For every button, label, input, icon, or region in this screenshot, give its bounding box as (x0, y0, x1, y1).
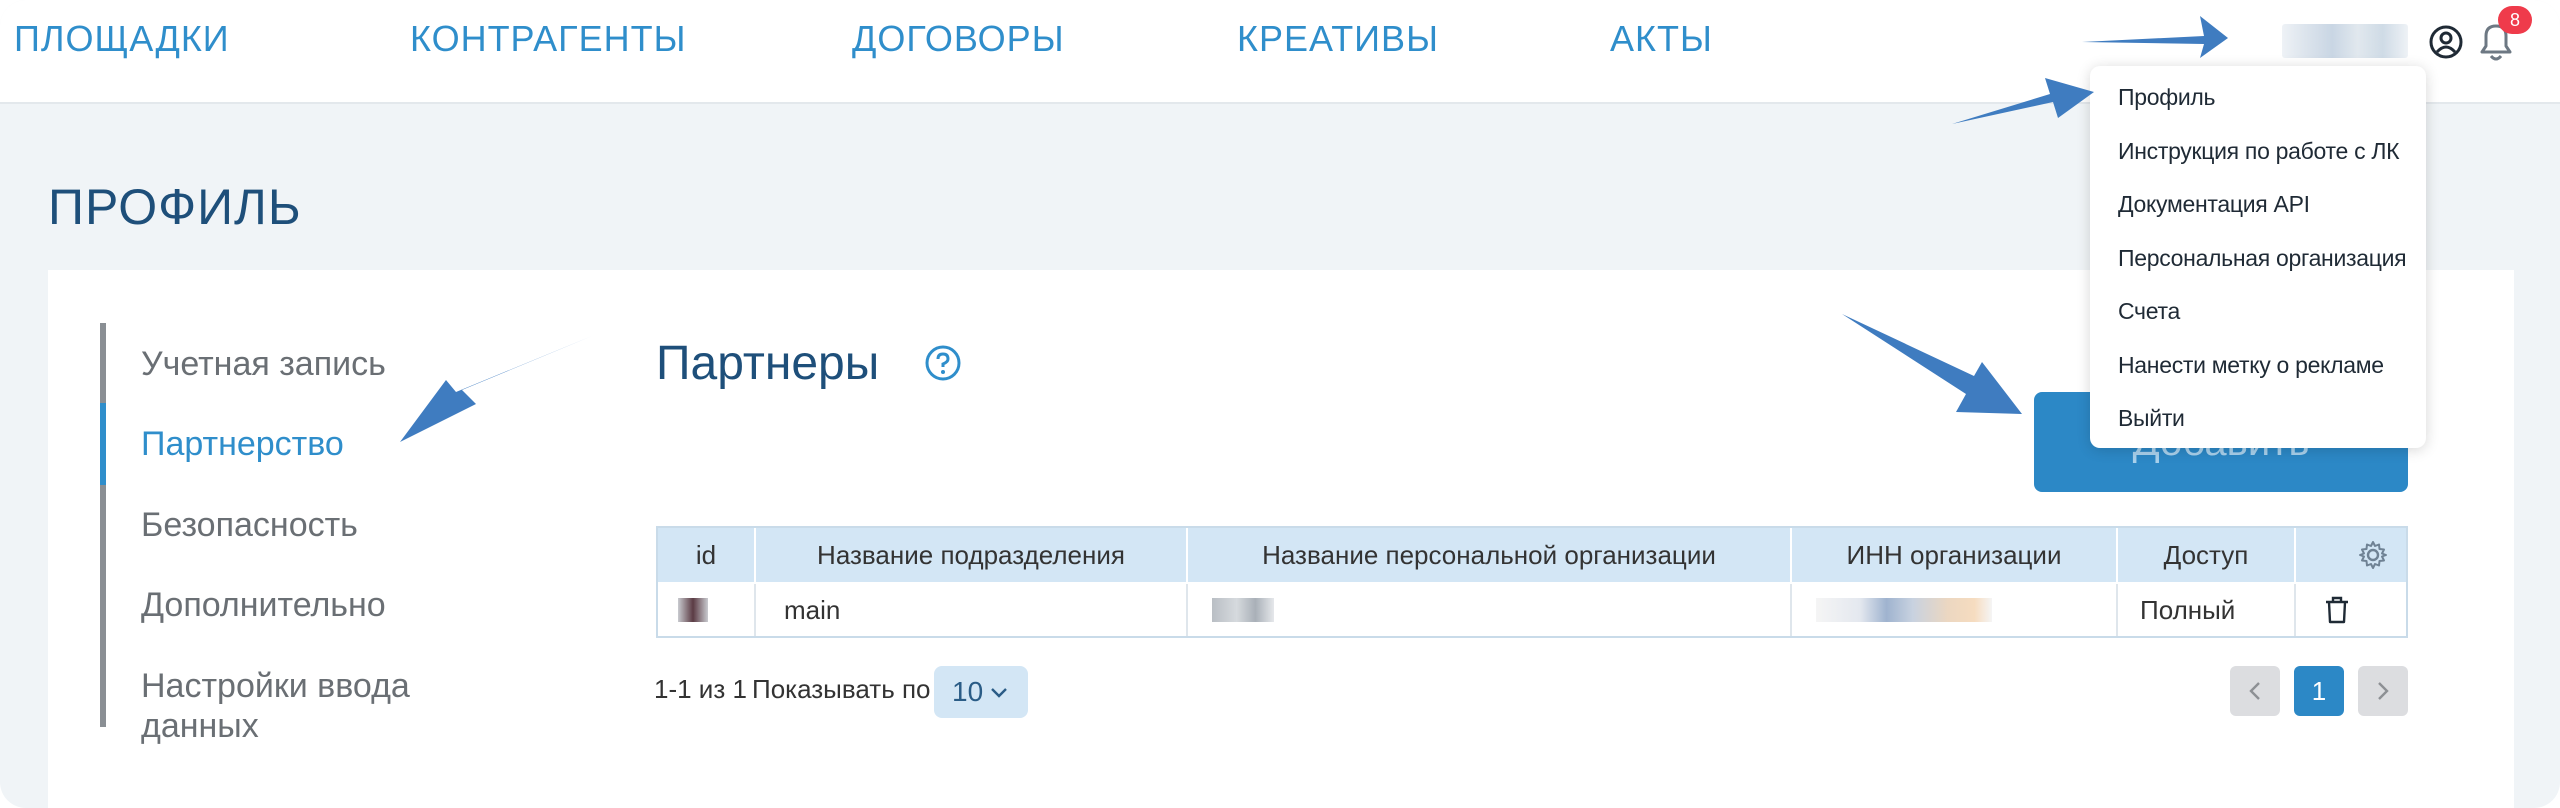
next-page-button[interactable] (2358, 666, 2408, 716)
menu-item-invoices[interactable]: Счета (2118, 298, 2180, 325)
column-header-organization[interactable]: Название персональной организации (1188, 528, 1792, 582)
user-dropdown-menu: Профиль Инструкция по работе с ЛК Докуме… (2090, 66, 2426, 448)
sidebar-item-security[interactable]: Безопасность (141, 505, 358, 545)
table-header: id Название подразделения Название персо… (658, 528, 2406, 582)
column-header-access[interactable]: Доступ (2118, 528, 2296, 582)
sidebar-rail (100, 323, 106, 727)
menu-item-personal-organization[interactable]: Персональная организация (2118, 245, 2407, 272)
menu-item-profile[interactable]: Профиль (2118, 84, 2216, 111)
chevron-right-icon (2378, 682, 2389, 700)
cell-access: Полный (2118, 584, 2296, 636)
menu-item-instructions[interactable]: Инструкция по работе с ЛК (2118, 138, 2400, 165)
sidebar-item-input-settings[interactable]: Настройки ввода (141, 666, 410, 706)
cell-inn-blurred (1792, 584, 2118, 636)
cell-id-blurred (658, 584, 756, 636)
menu-item-ad-marking[interactable]: Нанести метку о рекламе (2118, 352, 2384, 379)
column-header-subdivision[interactable]: Название подразделения (756, 528, 1188, 582)
prev-page-button[interactable] (2230, 666, 2280, 716)
nav-item-counterparties[interactable]: КОНТРАГЕНТЫ (410, 18, 687, 60)
nav-item-creatives[interactable]: КРЕАТИВЫ (1237, 18, 1439, 60)
column-settings-cell (2296, 528, 2406, 582)
menu-item-logout[interactable]: Выйти (2118, 405, 2185, 432)
trash-icon[interactable] (2324, 596, 2350, 624)
section-title: Партнеры (656, 337, 880, 390)
page-size-select[interactable]: 10 (934, 666, 1028, 718)
cell-actions (2296, 584, 2406, 636)
nav-item-contracts[interactable]: ДОГОВОРЫ (852, 18, 1065, 60)
sidebar-item-partnership[interactable]: Партнерство (141, 424, 344, 464)
chevron-left-icon (2249, 682, 2260, 700)
nav-item-acts[interactable]: АКТЫ (1610, 18, 1713, 60)
app-frame: ПЛОЩАДКИ КОНТРАГЕНТЫ ДОГОВОРЫ КРЕАТИВЫ А… (0, 0, 2560, 808)
cell-organization-blurred (1188, 584, 1792, 636)
sidebar-active-indicator (100, 403, 106, 485)
menu-item-api-docs[interactable]: Документация API (2118, 191, 2310, 218)
gear-icon[interactable] (2358, 540, 2388, 570)
nav-item-platforms[interactable]: ПЛОЩАДКИ (14, 18, 230, 60)
user-name-blurred[interactable] (2282, 24, 2408, 58)
column-header-inn[interactable]: ИНН организации (1792, 528, 2118, 582)
help-icon[interactable] (924, 344, 962, 382)
partners-table: id Название подразделения Название персо… (656, 526, 2408, 638)
page-size-label: Показывать по (752, 674, 931, 704)
page-button-current[interactable]: 1 (2294, 666, 2344, 716)
cell-subdivision: main (756, 584, 1188, 636)
sidebar-item-input-settings-line2[interactable]: данных (141, 706, 259, 746)
chevron-down-icon (991, 688, 1007, 698)
sidebar-item-additional[interactable]: Дополнительно (141, 585, 386, 625)
column-header-id[interactable]: id (658, 528, 756, 582)
notification-badge: 8 (2498, 6, 2532, 34)
user-icon[interactable] (2428, 24, 2464, 60)
sidebar-item-account[interactable]: Учетная запись (141, 344, 386, 384)
page-title: ПРОФИЛЬ (48, 179, 302, 235)
pagination-range: 1-1 из 1 (654, 674, 747, 704)
